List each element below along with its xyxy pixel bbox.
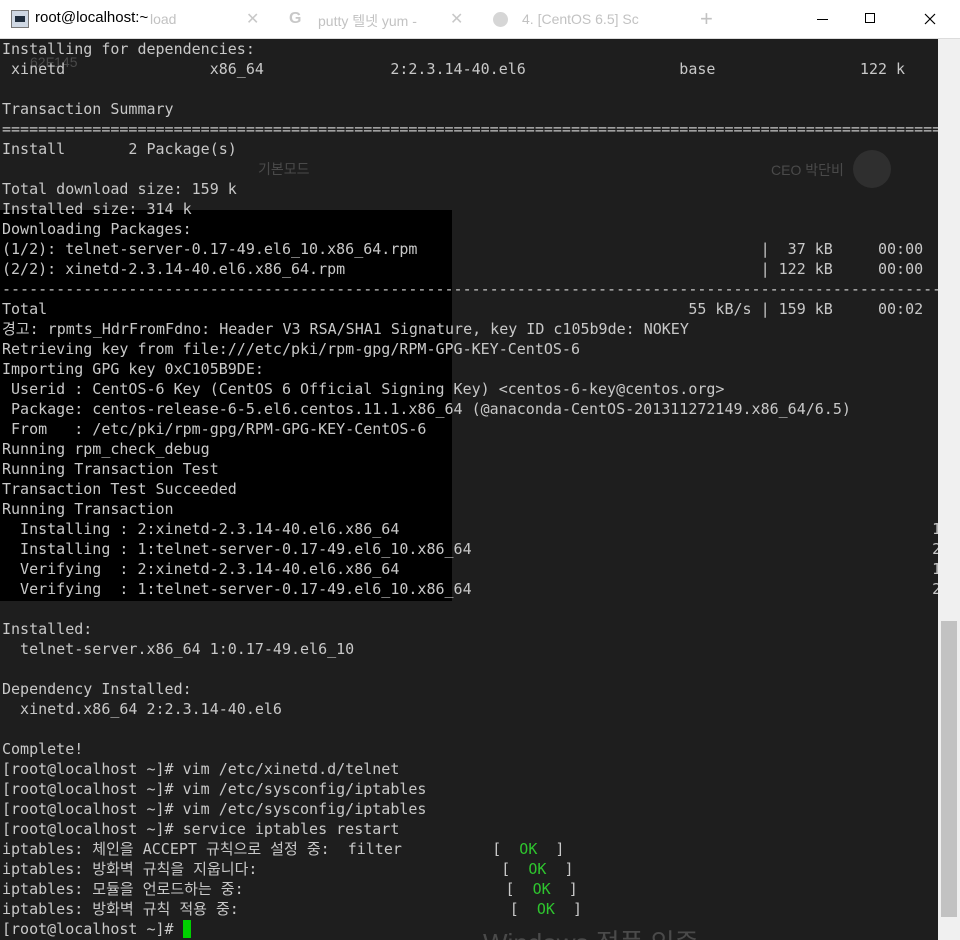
- prompt-line[interactable]: [root@localhost ~]#: [2, 919, 938, 939]
- ok-status: OK: [532, 880, 551, 898]
- background-tab-label: 4. [CentOS 6.5] Sc: [522, 11, 639, 27]
- ok-status: OK: [519, 840, 538, 858]
- cursor: [182, 920, 191, 938]
- terminal-line: From : /etc/pki/rpm-gpg/RPM-GPG-KEY-Cent…: [2, 420, 427, 438]
- loading-icon: [493, 12, 508, 27]
- iptables-status-line: iptables: 모듈을 언로드하는 중: [ OK ]: [2, 879, 938, 899]
- terminal-line: (2/2): xinetd-2.3.14-40.el6.x86_64.rpm |…: [2, 260, 924, 278]
- status-bracket: ]: [550, 880, 578, 898]
- terminal-line: Transaction Test Succeeded: [2, 480, 237, 498]
- status-bracket: ]: [537, 840, 565, 858]
- scrollbar-thumb[interactable]: [941, 621, 957, 917]
- terminal-line: [root@localhost ~]# vim /etc/xinetd.d/te…: [2, 760, 400, 778]
- terminal-line: Installing for dependencies:: [2, 40, 255, 58]
- terminal-line: Installing : 1:telnet-server-0.17-49.el6…: [2, 540, 938, 558]
- terminal-line: Running Transaction: [2, 500, 174, 518]
- status-bracket: ]: [546, 860, 574, 878]
- new-tab-icon: +: [700, 6, 713, 31]
- terminal-lines: Installing for dependencies: xinetd x86_…: [2, 39, 938, 939]
- putty-icon: [11, 10, 29, 28]
- terminal-line: Importing GPG key 0xC105B9DE:: [2, 360, 264, 378]
- terminal-line: xinetd.x86_64 2:2.3.14-40.el6: [2, 700, 282, 718]
- terminal-line: Total 55 kB/s | 159 kB 00:02: [2, 300, 924, 318]
- terminal-line: [root@localhost ~]# vim /etc/sysconfig/i…: [2, 800, 427, 818]
- vertical-scrollbar[interactable]: [938, 39, 960, 940]
- maximize-icon[interactable]: [847, 0, 895, 38]
- ok-status: OK: [528, 860, 547, 878]
- terminal-line: Verifying : 2:xinetd-2.3.14-40.el6.x86_6…: [2, 560, 938, 578]
- terminal-line: [root@localhost ~]# service iptables res…: [2, 820, 400, 838]
- terminal-line: Install 2 Package(s): [2, 140, 237, 158]
- background-tab-close-icon: ✕: [246, 11, 260, 28]
- terminal-line: Running Transaction Test: [2, 460, 219, 478]
- terminal-line: 경고: rpmts_HdrFromFdno: Header V3 RSA/SHA…: [2, 320, 689, 338]
- terminal-line: xinetd x86_64 2:2.3.14-40.el6 base 122 k: [2, 60, 906, 78]
- terminal-line: Verifying : 1:telnet-server-0.17-49.el6_…: [2, 580, 938, 598]
- terminal-line: telnet-server.x86_64 1:0.17-49.el6_10: [2, 640, 355, 658]
- background-tab-label: putty 텔넷 yum -: [318, 13, 417, 29]
- terminal-line: ----------------------------------------…: [2, 280, 938, 298]
- terminal-line: Userid : CentOS-6 Key (CentOS 6 Official…: [2, 380, 725, 398]
- iptables-status-line: iptables: 방화벽 규칙을 지웁니다: [ OK ]: [2, 859, 938, 879]
- close-icon[interactable]: [906, 0, 954, 38]
- terminal-line: Installed:: [2, 620, 93, 638]
- status-text: iptables: 방화벽 규칙 적용 중: [: [2, 900, 537, 918]
- terminal-output[interactable]: 62F145 기본모드 CEO 박단비 Windows 정품 인증 Instal…: [0, 39, 938, 940]
- terminal-line: [root@localhost ~]# vim /etc/sysconfig/i…: [2, 780, 427, 798]
- google-icon: G: [289, 10, 302, 27]
- ok-status: OK: [536, 900, 555, 918]
- status-bracket: ]: [554, 900, 583, 918]
- terminal-line: Transaction Summary: [2, 100, 174, 118]
- terminal-line: Installed size: 314 k: [2, 200, 192, 218]
- shell-prompt: [root@localhost ~]#: [2, 920, 183, 938]
- terminal-line: Downloading Packages:: [2, 220, 192, 238]
- terminal-line: Running rpm_check_debug: [2, 440, 210, 458]
- terminal-line: Dependency Installed:: [2, 680, 192, 698]
- minimize-icon[interactable]: [799, 0, 847, 38]
- window-title: root@localhost:~: [35, 9, 149, 26]
- iptables-status-line: iptables: 체인을 ACCEPT 규칙으로 설정 중: filter […: [2, 839, 938, 859]
- background-tab-close-icon: ✕: [450, 11, 464, 28]
- terminal-line: Retrieving key from file:///etc/pki/rpm-…: [2, 340, 580, 358]
- terminal-line: (1/2): telnet-server-0.17-49.el6_10.x86_…: [2, 240, 924, 258]
- status-text: iptables: 방화벽 규칙을 지웁니다: [: [2, 860, 529, 878]
- status-text: iptables: 모듈을 언로드하는 중: [: [2, 880, 533, 898]
- background-tab-label: load: [150, 11, 177, 27]
- status-text: iptables: 체인을 ACCEPT 규칙으로 설정 중: filter [: [2, 840, 520, 858]
- terminal-line: Package: centos-release-6-5.el6.centos.1…: [2, 400, 851, 418]
- terminal-line: Total download size: 159 k: [2, 180, 237, 198]
- terminal-line: Installing : 2:xinetd-2.3.14-40.el6.x86_…: [2, 520, 938, 538]
- title-bar: root@localhost:~ load ✕ G putty 텔넷 yum -…: [0, 0, 960, 39]
- terminal-line: ========================================…: [2, 120, 938, 138]
- iptables-status-line: iptables: 방화벽 규칙 적용 중: [ OK ]: [2, 899, 938, 919]
- terminal-line: Complete!: [2, 740, 84, 758]
